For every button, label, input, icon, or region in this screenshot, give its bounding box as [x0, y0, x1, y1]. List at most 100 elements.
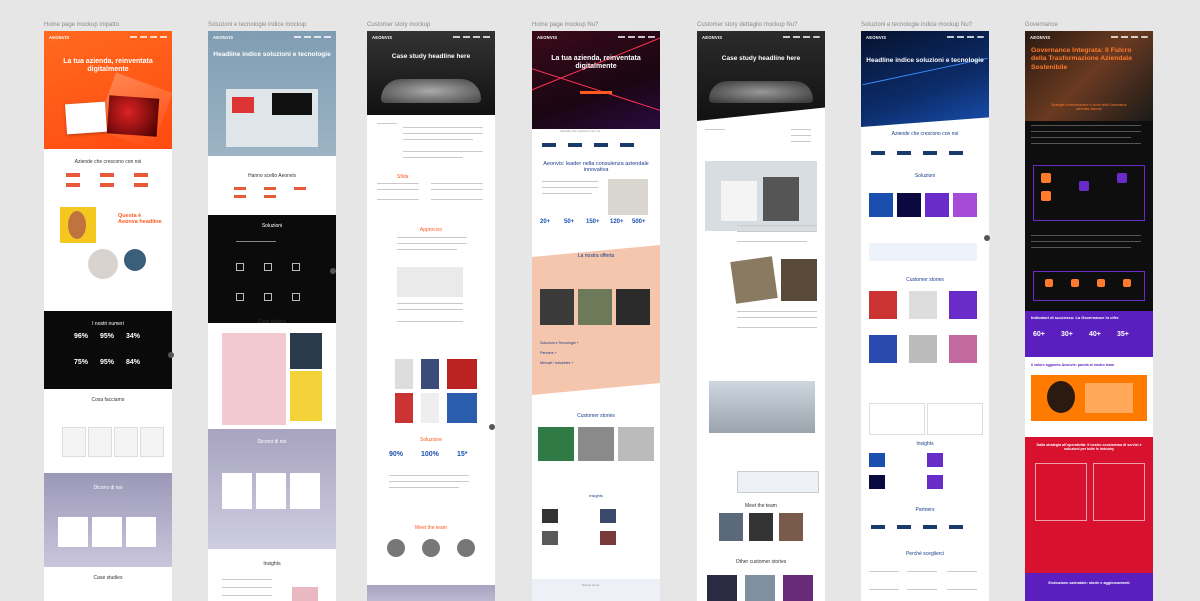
story-card[interactable]: [909, 291, 937, 319]
gallery-image: [781, 259, 817, 301]
carousel-arrow-icon[interactable]: [168, 352, 174, 358]
logo[interactable]: AEONVIS: [49, 35, 69, 40]
product-image: [395, 359, 413, 389]
artboard-label: Customer story mockup: [367, 22, 431, 28]
logo[interactable]: AEONVIS: [702, 35, 722, 40]
insight-thumb: [869, 453, 885, 467]
service-card[interactable]: [114, 427, 138, 457]
story-card[interactable]: [909, 335, 937, 363]
client-logo: [264, 195, 276, 198]
feature-headline: Questa è Aeonva headline: [118, 213, 162, 225]
carousel-arrow-icon[interactable]: [330, 268, 336, 274]
governance-icon: [1079, 181, 1089, 191]
logo[interactable]: AEONVIS: [372, 35, 392, 40]
hero-title: La tua azienda, reinventata digitalmente: [551, 55, 641, 71]
offer-title: La nostra offerta: [577, 253, 615, 259]
cta-banner[interactable]: [869, 243, 977, 261]
insights-title: Insights: [263, 561, 281, 567]
stat-value: 50+: [564, 219, 575, 225]
process-icon: [1045, 279, 1053, 287]
person-photo: [88, 249, 118, 279]
insight-thumb: [927, 475, 943, 489]
story-card[interactable]: [618, 427, 654, 461]
insight-thumb: [600, 509, 616, 523]
logo[interactable]: AEONVIS: [537, 35, 557, 40]
team-quote: [1085, 383, 1133, 413]
mockup-frame: AEONVIS La tua azienda, reinventata digi…: [532, 31, 660, 601]
testimonial-card: [222, 473, 252, 509]
team-photo: [457, 539, 475, 557]
solution-card[interactable]: [869, 193, 893, 217]
service-card[interactable]: [88, 427, 112, 457]
story-image-detail: [721, 181, 757, 221]
stat-value: 20+: [540, 219, 551, 225]
navbar: AEONVIS: [367, 31, 495, 43]
partner-logo: [871, 525, 885, 529]
story-card[interactable]: [949, 291, 977, 319]
offer-image: [578, 289, 612, 325]
why-us-title: Perché sceglierci: [905, 551, 945, 557]
client-logo: [66, 173, 80, 177]
carousel-arrow-icon[interactable]: [489, 424, 495, 430]
solution-card[interactable]: [953, 193, 977, 217]
product-image: [421, 393, 439, 423]
stat-value: 150+: [586, 219, 600, 225]
offer-link[interactable]: Mercati / Industries +: [540, 361, 573, 365]
solution-card[interactable]: [925, 193, 949, 217]
product-image: [421, 359, 439, 389]
team-photo: [387, 539, 405, 557]
evolution-section: [1025, 573, 1153, 601]
client-logo: [134, 183, 148, 187]
navbar: AEONVIS: [1025, 31, 1153, 43]
hero-button[interactable]: [580, 91, 612, 94]
client-logo: [542, 143, 556, 147]
product-image: [447, 393, 477, 423]
story-card[interactable]: [869, 335, 897, 363]
solution-icon: [236, 263, 244, 271]
mockup-frame: AEONVIS Case study headline here Sfida A…: [367, 31, 495, 601]
client-logo: [264, 187, 276, 190]
hero-title: Headline indice soluzioni e tecnologie: [213, 51, 331, 58]
story-card[interactable]: [783, 575, 813, 601]
client-logo: [294, 187, 306, 190]
partner-logo: [897, 525, 911, 529]
logo[interactable]: AEONVIS: [866, 35, 886, 40]
carousel-arrow-icon[interactable]: [984, 235, 990, 241]
person-photo: [124, 249, 146, 271]
case-image: [290, 333, 322, 369]
logo[interactable]: AEONVIS: [1030, 35, 1050, 40]
offer-image: [616, 289, 650, 325]
artboard-label: Soluzioni e tecnologie indice mockup Nu?: [861, 22, 973, 28]
hero-card-image: [65, 101, 107, 135]
testimonial-card: [58, 517, 88, 547]
service-card[interactable]: [140, 427, 164, 457]
case-image: [290, 371, 322, 421]
hero-car-image: [381, 79, 481, 103]
gallery-image: [730, 256, 778, 304]
section-title: Approccio: [419, 227, 443, 233]
story-card[interactable]: [578, 427, 614, 461]
story-card[interactable]: [949, 335, 977, 363]
artboard-label: Home page mockup impatto: [44, 22, 120, 28]
stat-value: 500+: [632, 219, 646, 225]
section-title: Sfida: [397, 174, 409, 180]
story-card[interactable]: [745, 575, 775, 601]
service-card[interactable]: [62, 427, 86, 457]
process-icon: [1097, 279, 1105, 287]
navbar: AEONVIS: [861, 31, 989, 43]
clients-title: Aziende che crescono con noi: [74, 159, 142, 165]
client-logo: [620, 143, 634, 147]
insight-thumb: [542, 509, 558, 523]
testimonial-card: [126, 517, 156, 547]
artboard-label: Customer story dettaglio mockup Nu?: [697, 22, 798, 28]
logo[interactable]: AEONVIS: [213, 35, 233, 40]
offer-link[interactable]: Partners +: [540, 351, 557, 355]
solution-icon: [264, 293, 272, 301]
story-card[interactable]: [538, 427, 574, 461]
partner-logo: [949, 525, 963, 529]
story-card[interactable]: [707, 575, 737, 601]
story-card[interactable]: [869, 291, 897, 319]
solutions-title: Soluzioni: [261, 223, 283, 229]
solution-card[interactable]: [897, 193, 921, 217]
offer-link[interactable]: Soluzioni e Tecnologie +: [540, 341, 579, 345]
